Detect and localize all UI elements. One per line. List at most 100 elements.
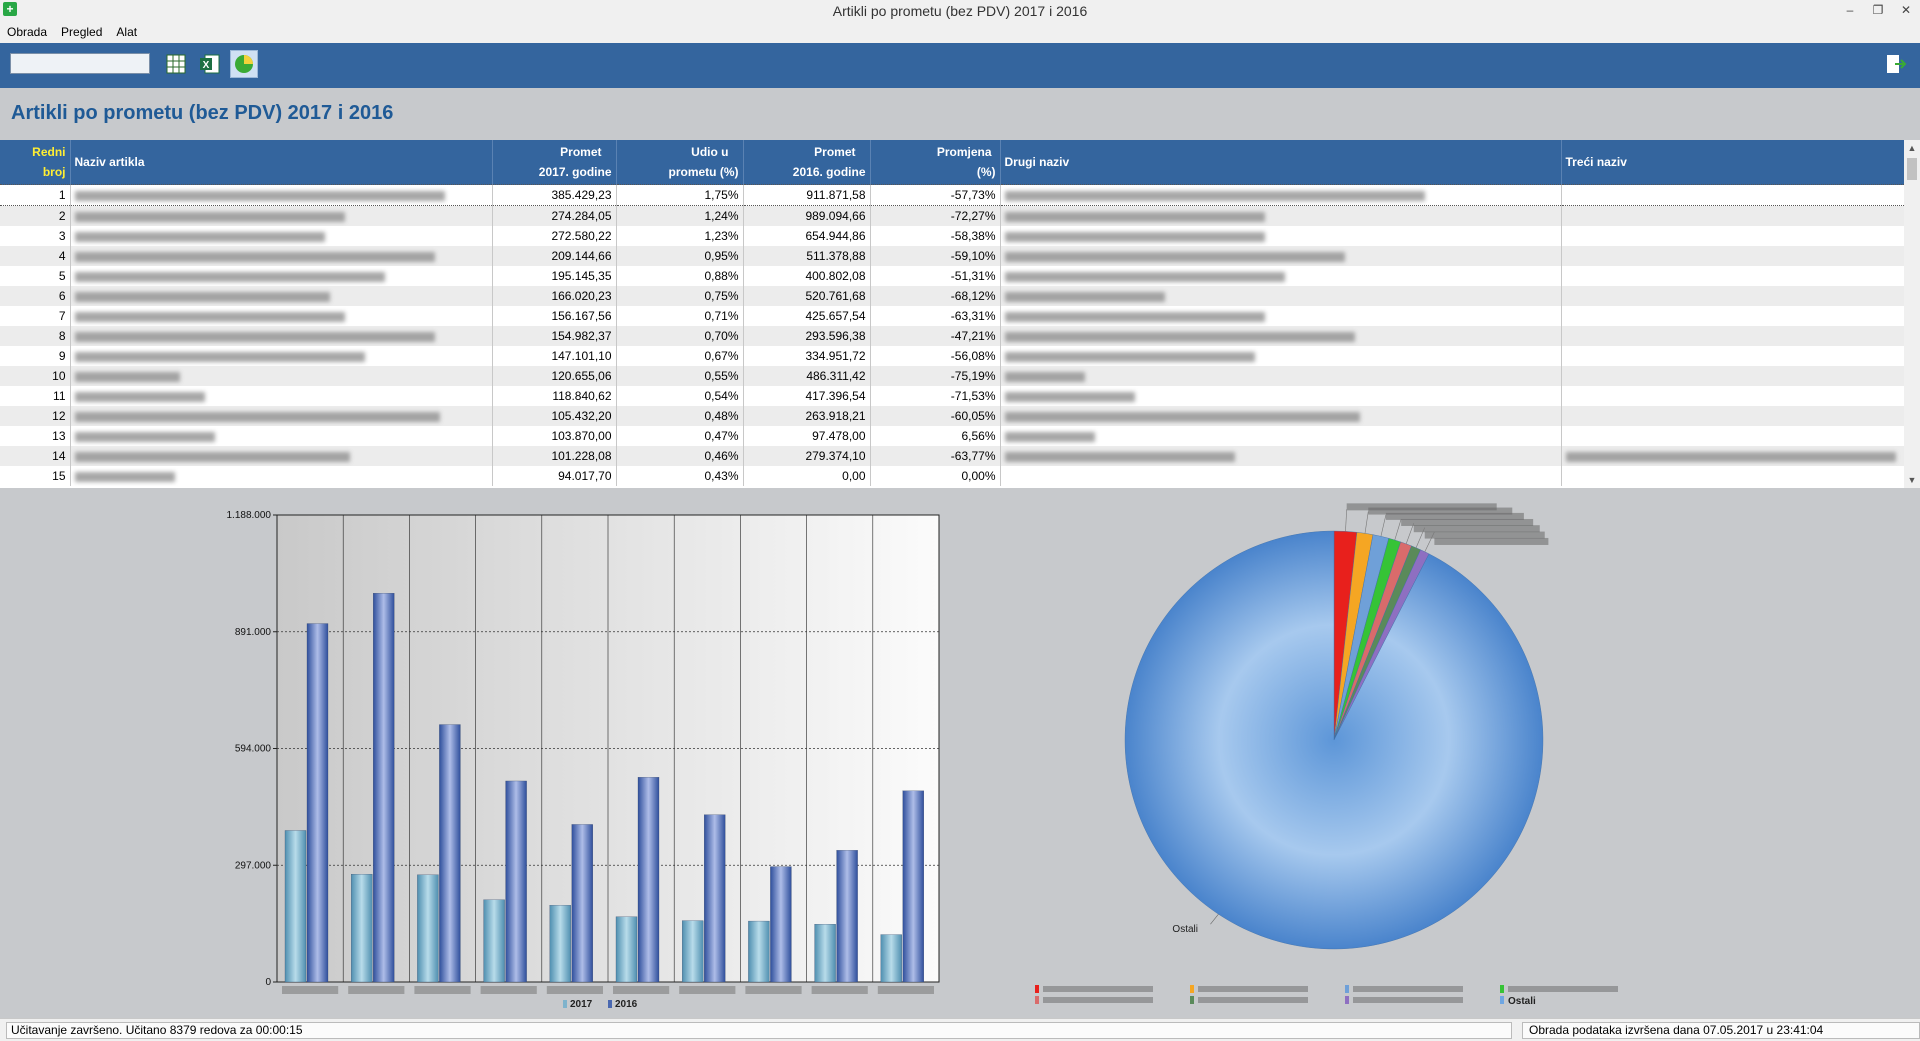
pie-legend-swatch [1190,996,1194,1004]
bar-2017 [549,905,571,983]
bar-2016 [505,780,527,983]
y-tick-label: 594.000 [235,744,272,755]
pie-chart-icon[interactable] [230,50,258,78]
x-category-label-redacted [480,986,537,994]
close-icon[interactable]: ✕ [1892,0,1920,22]
pie-chart: Ostali Ostali [1035,503,1618,1007]
bar-2017 [682,920,704,983]
pie-label-leader [1345,509,1347,532]
bar-2017 [417,874,439,983]
pie-legend-swatch [1190,985,1194,993]
pie-legend-label-redacted [1198,997,1308,1003]
pie-legend-swatch [1500,996,1504,1004]
table-row[interactable]: 2 274.284,05 1,24% 989.094,66 -72,27% [0,205,1904,226]
scrollbar-thumb[interactable] [1907,158,1917,180]
table-row[interactable]: 6 166.020,23 0,75% 520.761,68 -68,12% [0,286,1904,306]
pie-legend-swatch [1345,996,1349,1004]
legend-label-2017: 2017 [570,999,593,1010]
pie-slice [1124,530,1544,950]
pie-legend-label-ostali: Ostali [1508,996,1536,1007]
pie-label-redacted [1434,537,1549,545]
bar-2016 [704,814,726,983]
menu-obrada[interactable]: Obrada [0,22,54,43]
data-grid[interactable]: Redni broj Naziv artikla Promet 2017. godi… [0,140,1904,488]
pie-legend-label-redacted [1353,986,1463,992]
status-bar: Učitavanje završeno. Učitano 8379 redova… [0,1018,1920,1041]
pie-legend-label-redacted [1198,986,1308,992]
x-category-label-redacted [877,986,934,994]
legend-swatch-2016 [608,1000,612,1008]
pie-label-redacted [1424,531,1545,539]
table-scrollbar[interactable]: ▲ ▼ [1904,140,1920,488]
table-row[interactable]: 7 156.167,56 0,71% 425.657,54 -63,31% [0,306,1904,326]
bar-2016 [571,824,593,983]
x-category-label-redacted [546,986,603,994]
bar-2016 [306,623,329,983]
pie-legend-swatch [1035,985,1039,993]
y-tick-label: 0 [265,977,271,988]
col-udio[interactable]: Udio u prometu (%) [616,140,744,185]
col-treci-naziv[interactable]: Treći naziv [1561,140,1904,185]
bar-2017 [284,830,307,983]
bar-2017 [814,924,836,983]
col-promet-2017[interactable]: Promet 2017. godine [492,140,617,185]
y-tick-label: 1.188.000 [227,510,272,521]
col-promet-2016[interactable]: Promet 2016. godine [743,140,871,185]
search-input[interactable] [10,53,150,74]
exit-icon[interactable] [1884,52,1908,76]
pie-label-ostali: Ostali [1172,924,1198,935]
bar-2016 [836,850,858,983]
col-redni-broj[interactable]: Redni broj [0,140,71,185]
scroll-down-icon[interactable]: ▼ [1904,472,1920,488]
pie-label-redacted [1401,518,1534,526]
table-row[interactable]: 13 103.870,00 0,47% 97.478,00 6,56% [0,426,1904,446]
table-row[interactable]: 12 105.432,20 0,48% 263.918,21 -60,05% [0,406,1904,426]
col-promjena[interactable]: Promjena (%) [870,140,1001,185]
status-message: Učitavanje završeno. Učitano 8379 redova… [6,1022,1512,1039]
scroll-up-icon[interactable]: ▲ [1904,140,1920,156]
menu-alat[interactable]: Alat [109,22,144,43]
pie-legend-label-redacted [1508,986,1618,992]
restore-icon[interactable]: ❐ [1864,0,1892,22]
x-category-label-redacted [745,986,802,994]
bar-2016 [902,790,924,983]
svg-text:X: X [203,60,210,71]
table-row[interactable]: 9 147.101,10 0,67% 334.951,72 -56,08% [0,346,1904,366]
pie-label-redacted [1413,525,1540,533]
window-controls: – ❐ ✕ [1836,0,1920,22]
table-row[interactable]: 4 209.144,66 0,95% 511.378,88 -59,10% [0,246,1904,266]
table-row[interactable]: 3 272.580,22 1,23% 654.944,86 -58,38% [0,226,1904,246]
table-row[interactable]: 5 195.145,35 0,88% 400.802,08 -51,31% [0,266,1904,286]
pie-legend-label-redacted [1353,997,1463,1003]
table-row[interactable]: 11 118.840,62 0,54% 417.396,54 -71,53% [0,386,1904,406]
pie-label-leader [1394,518,1402,541]
table-row[interactable]: 8 154.982,37 0,70% 293.596,38 -47,21% [0,326,1904,346]
status-processed-time: Obrada podataka izvršena dana 07.05.2017… [1522,1022,1920,1039]
col-drugi-naziv[interactable]: Drugi naziv [1000,140,1562,185]
menu-pregled[interactable]: Pregled [54,22,109,43]
pie-label-redacted [1385,512,1524,520]
table-row[interactable]: 14 101.228,08 0,46% 279.374,10 -63,77% [0,446,1904,466]
bar-2016 [770,866,792,983]
x-category-label-redacted [613,986,670,994]
pie-legend-swatch [1500,985,1504,993]
grid-icon[interactable] [162,50,190,78]
y-tick-label: 297.000 [235,860,272,871]
pie-legend-swatch [1345,985,1349,993]
table-row[interactable]: 1 385.429,23 1,75% 911.871,58 -57,73% [0,184,1904,206]
minimize-icon[interactable]: – [1836,0,1864,22]
bar-2017 [615,916,638,983]
pie-label-leader [1405,523,1415,544]
page-title: Artikli po prometu (bez PDV) 2017 i 2016 [11,102,394,124]
table-row[interactable]: 15 94.017,70 0,43% 0,00 0,00% [0,466,1904,486]
table-header: Redni broj Naziv artikla Promet 2017. godi… [0,140,1904,185]
toolbar: X [0,43,1920,88]
bar-2017 [483,899,505,983]
col-naziv-artikla[interactable]: Naziv artikla [70,140,493,185]
table-row[interactable]: 10 120.655,06 0,55% 486.311,42 -75,19% [0,366,1904,386]
menu-bar: Obrada Pregled Alat [0,22,1920,43]
excel-icon[interactable]: X [196,50,224,78]
pie-legend-swatch [1035,996,1039,1004]
pie-label-leader [1364,511,1369,534]
bar-2017 [748,920,770,983]
